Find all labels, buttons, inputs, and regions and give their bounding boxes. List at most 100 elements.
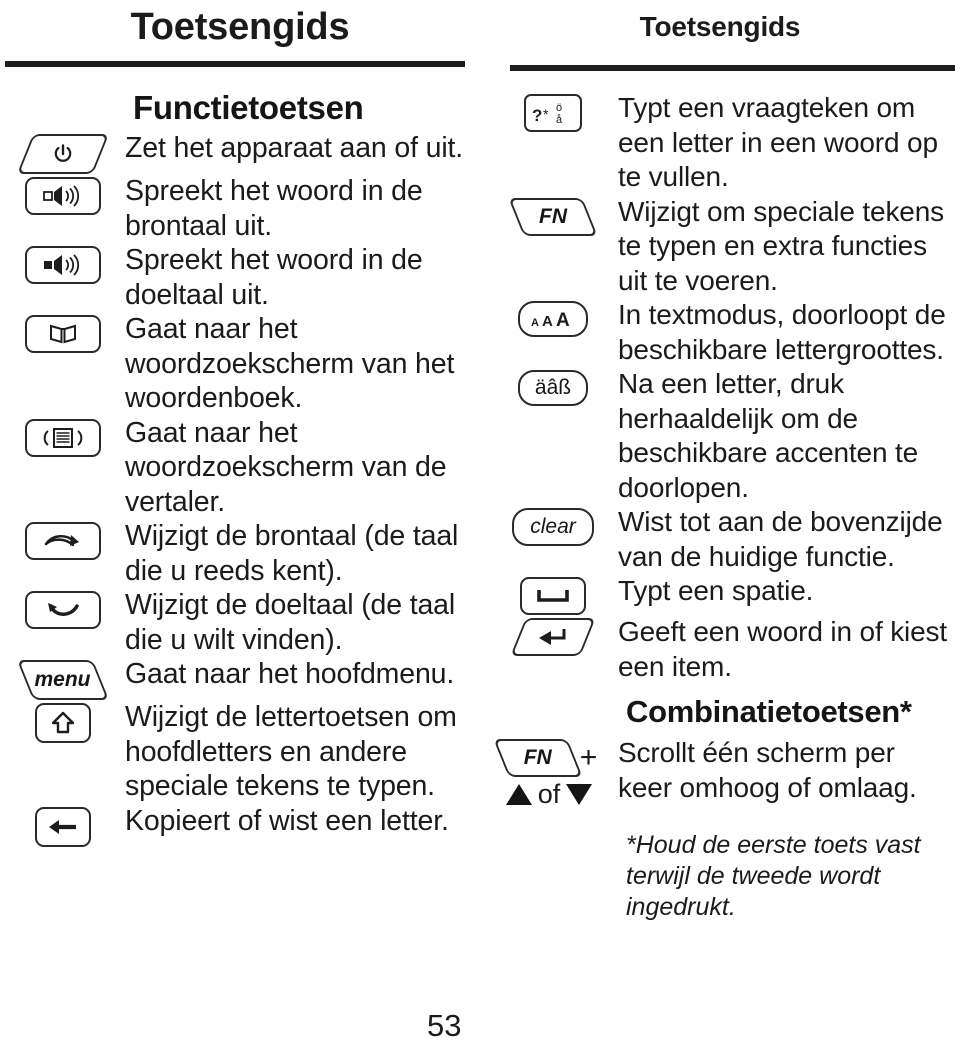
key-cell bbox=[0, 519, 125, 560]
svg-text:?: ? bbox=[532, 106, 542, 125]
left-column-header: Toetsengids bbox=[130, 6, 350, 48]
key-cell bbox=[480, 574, 618, 615]
key-row: Wijzigt de lettertoetsen om hoofdletters… bbox=[0, 700, 480, 804]
speaking-document-key-icon bbox=[24, 418, 101, 457]
key-cell: äâß bbox=[480, 367, 618, 406]
key-description: Zet het apparaat aan of uit. bbox=[125, 132, 464, 164]
footnote: *Houd de eerste toets vast terwijl de tw… bbox=[626, 831, 921, 921]
right-header-rule bbox=[510, 65, 955, 71]
key-row: ? * ö å Typt een vraagteken om een lette… bbox=[480, 91, 960, 195]
svg-text:*: * bbox=[543, 106, 549, 122]
key-row: Gaat naar het woordzoekscherm van de ver… bbox=[0, 416, 480, 520]
enter-key-icon bbox=[510, 618, 596, 656]
fn-key-label: FN bbox=[523, 746, 552, 769]
key-description: Wijzigt de doeltaal (de taal die u wilt … bbox=[125, 589, 456, 656]
key-description: Typt een vraagteken om een letter in een… bbox=[618, 92, 938, 192]
menu-key-label: menu bbox=[34, 668, 91, 691]
arrow-down-icon bbox=[566, 784, 593, 805]
plus-sign: + bbox=[579, 741, 598, 774]
functietoetsen-heading: Functietoetsen bbox=[133, 89, 364, 126]
font-size-key-icon: A A A bbox=[518, 301, 588, 337]
key-row: Kopieert of wist een letter. bbox=[0, 804, 480, 847]
accent-key-icon: äâß bbox=[518, 370, 588, 406]
key-cell bbox=[0, 588, 125, 629]
key-row: Zet het apparaat aan of uit. bbox=[0, 131, 480, 174]
shift-key-icon bbox=[34, 703, 91, 743]
key-cell: ? * ö å bbox=[480, 91, 618, 132]
target-language-key-icon bbox=[24, 591, 101, 629]
key-row: FN Wijzigt om speciale tekens te typen e… bbox=[480, 195, 960, 299]
key-cell: A A A bbox=[480, 298, 618, 337]
menu-key-icon: menu bbox=[16, 660, 109, 700]
fn-key-icon: FN bbox=[493, 739, 583, 777]
key-description: Typt een spatie. bbox=[618, 575, 814, 606]
combo-key-graphic: FN + of bbox=[484, 739, 614, 810]
key-description: Wijzigt om speciale tekens te typen en e… bbox=[618, 195, 945, 296]
left-column: Toetsengids Functietoetsen Zet het appar… bbox=[0, 0, 480, 1061]
right-key-rows: ? * ö å Typt een vraagteken om een lette… bbox=[480, 91, 960, 684]
key-row: Spreekt het woord in de doeltaal uit. bbox=[0, 243, 480, 312]
fn-key-icon: FN bbox=[508, 197, 598, 236]
key-description: Wist tot aan de bovenzijde van de huidig… bbox=[618, 506, 943, 572]
key-row: Wijzigt de brontaal (de taal die u reeds… bbox=[0, 519, 480, 588]
key-cell bbox=[0, 174, 125, 215]
key-row: clear Wist tot aan de bovenzijde van de … bbox=[480, 505, 960, 574]
svg-text:ö: ö bbox=[556, 102, 562, 114]
key-row: Typt een spatie. bbox=[480, 574, 960, 615]
speaker-outline-key-icon bbox=[24, 177, 101, 215]
key-description: Wijzigt de lettertoetsen om hoofdletters… bbox=[125, 701, 457, 802]
key-description: Gaat naar het hoofdmenu. bbox=[125, 658, 455, 690]
combo-key-row: FN + of Scrollt één scherm per keer omho… bbox=[480, 736, 960, 810]
clear-key-icon: clear bbox=[512, 508, 594, 546]
combo-bottom: of bbox=[505, 779, 593, 810]
key-row: Gaat naar het woordzoekscherm van het wo… bbox=[0, 312, 480, 416]
space-key-icon bbox=[520, 577, 586, 615]
key-description: Scrollt één scherm per keer omhoog of om… bbox=[618, 737, 917, 803]
key-description: In textmodus, doorloopt de beschikbare l… bbox=[618, 299, 946, 365]
key-row: Wijzigt de doeltaal (de taal die u wilt … bbox=[0, 588, 480, 657]
left-header-rule bbox=[5, 61, 465, 67]
svg-text:A: A bbox=[531, 317, 539, 329]
key-row: äâß Na een letter, druk herhaaldelijk om… bbox=[480, 367, 960, 505]
key-cell bbox=[0, 243, 125, 284]
or-label: of bbox=[537, 779, 561, 809]
left-key-rows: Zet het apparaat aan of uit. Spreekt het… bbox=[0, 131, 480, 847]
key-description: Gaat naar het woordzoekscherm van het wo… bbox=[125, 313, 455, 414]
arrow-up-icon bbox=[505, 784, 532, 805]
key-row: Geeft een woord in of kiest een item. bbox=[480, 615, 960, 684]
right-column: Toetsengids ? * ö å Typt een vraagteken … bbox=[480, 0, 960, 1061]
key-description: Wijzigt de brontaal (de taal die u reeds… bbox=[125, 520, 459, 587]
key-row: A A A In textmodus, doorloopt de beschik… bbox=[480, 298, 960, 367]
key-cell bbox=[480, 615, 618, 656]
key-cell bbox=[0, 804, 125, 847]
source-language-key-icon bbox=[24, 522, 101, 560]
key-description: Geeft een woord in of kiest een item. bbox=[618, 616, 948, 682]
key-cell bbox=[0, 312, 125, 353]
key-row: menu Gaat naar het hoofdmenu. bbox=[0, 657, 480, 700]
key-cell: FN bbox=[480, 195, 618, 236]
key-cell bbox=[0, 416, 125, 457]
key-row: Spreekt het woord in de brontaal uit. bbox=[0, 174, 480, 243]
keyguide-page: Toetsengids Functietoetsen Zet het appar… bbox=[0, 0, 960, 1061]
combinatietoetsen-heading: Combinatietoetsen* bbox=[626, 694, 912, 729]
key-cell: menu bbox=[0, 657, 125, 700]
book-key-icon bbox=[24, 315, 101, 353]
key-description: Kopieert of wist een letter. bbox=[125, 804, 449, 837]
key-description: Gaat naar het woordzoekscherm van de ver… bbox=[125, 416, 447, 518]
key-cell bbox=[0, 700, 125, 743]
key-cell: clear bbox=[480, 505, 618, 546]
key-description: Spreekt het woord in de brontaal uit. bbox=[125, 175, 423, 242]
speaker-filled-key-icon bbox=[24, 246, 101, 284]
fn-key-label: FN bbox=[539, 204, 567, 228]
combo-key-cell: FN + of bbox=[480, 736, 618, 810]
key-cell bbox=[0, 131, 125, 174]
svg-text:A: A bbox=[542, 313, 553, 330]
accent-key-label: äâß bbox=[534, 376, 572, 399]
svg-text:A: A bbox=[556, 310, 570, 331]
combo-top: FN + bbox=[493, 739, 598, 777]
key-description: Spreekt het woord in de doeltaal uit. bbox=[125, 244, 423, 311]
backspace-key-icon bbox=[34, 806, 91, 847]
right-column-header: Toetsengids bbox=[639, 11, 801, 42]
svg-text:å: å bbox=[556, 114, 563, 126]
question-star-accent-key-icon: ? * ö å bbox=[524, 94, 582, 132]
